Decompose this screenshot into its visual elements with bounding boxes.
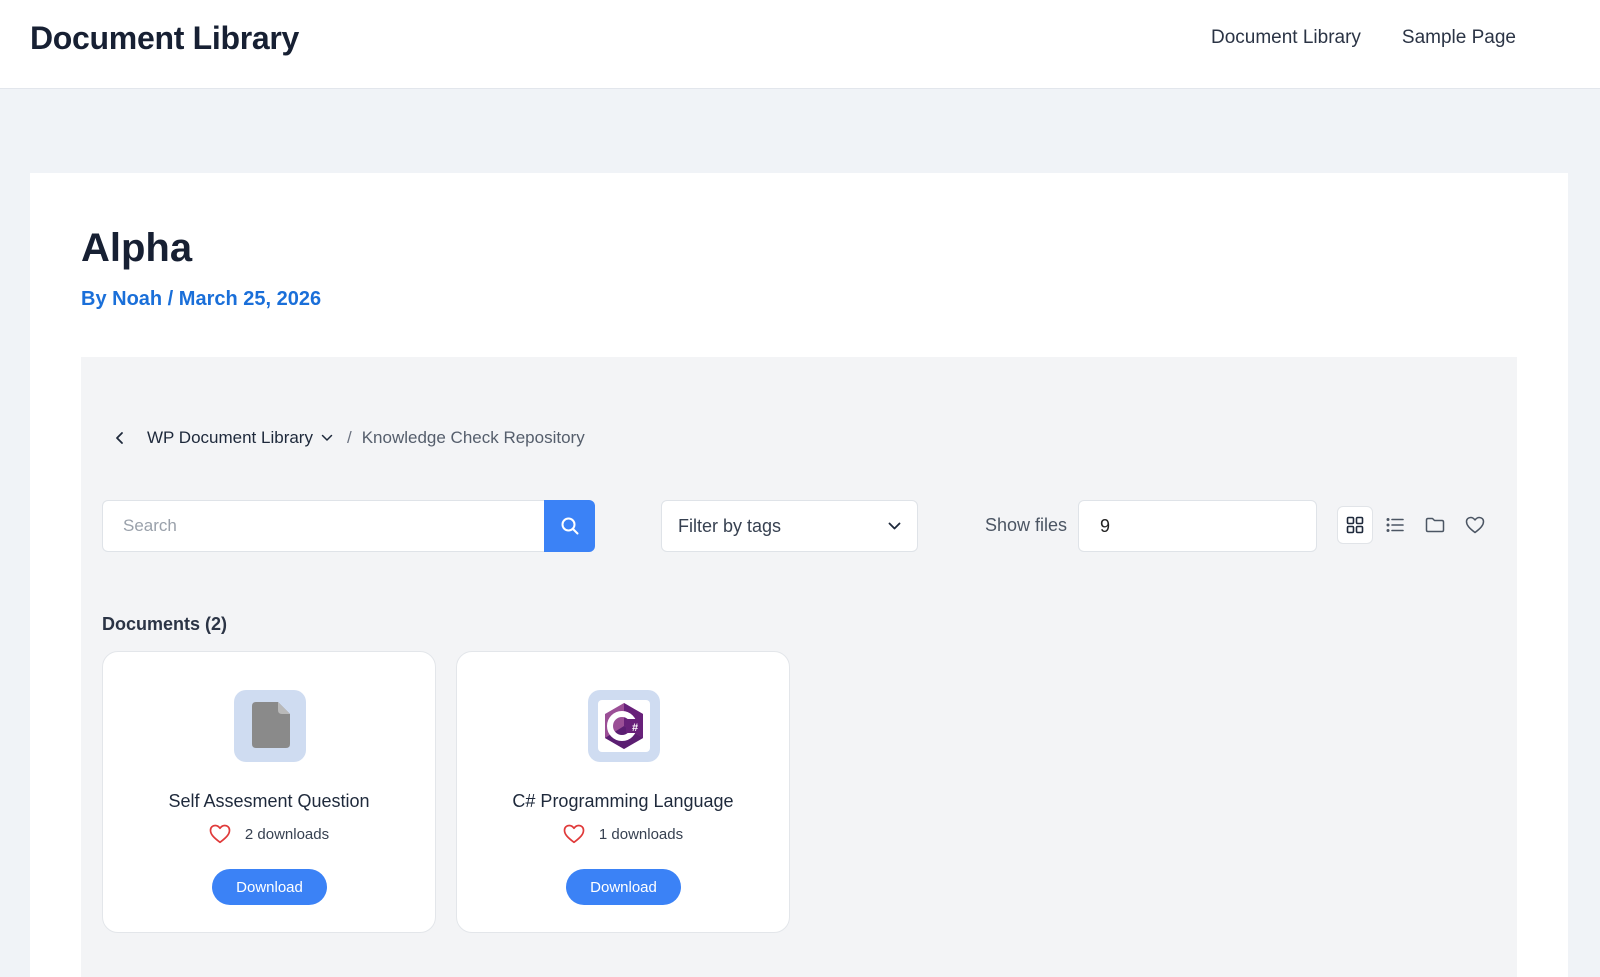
documents-heading: Documents (2): [102, 614, 228, 634]
list-view-button[interactable]: [1377, 506, 1413, 544]
heart-icon: [209, 824, 231, 844]
document-meta: 1 downloads: [457, 824, 789, 844]
grid-view-icon: [1346, 516, 1364, 534]
document-thumbnail: #: [588, 690, 660, 762]
site-title[interactable]: Document Library: [30, 20, 299, 57]
heart-icon: [1465, 516, 1485, 534]
search-button[interactable]: [544, 500, 595, 552]
site-header: Document Library Document Library Sample…: [0, 0, 1600, 89]
list-view-icon: [1386, 518, 1404, 532]
heart-icon: [563, 824, 585, 844]
post-title: Alpha: [81, 226, 193, 270]
breadcrumb-root-dropdown[interactable]: WP Document Library: [147, 428, 333, 448]
grid-view-button[interactable]: [1337, 506, 1373, 544]
search-bar: [102, 500, 598, 552]
download-count: 1 downloads: [598, 825, 684, 843]
breadcrumb-root-label: WP Document Library: [147, 428, 313, 447]
primary-nav: Document Library Sample Page: [1211, 27, 1516, 49]
tag-filter-value: Filter by tags: [678, 515, 782, 536]
download-button[interactable]: Download: [212, 869, 327, 905]
document-thumbnail: [234, 690, 306, 762]
favorite-button[interactable]: [209, 824, 231, 844]
file-icon: [252, 702, 290, 748]
post-meta[interactable]: By Noah / March 25, 2026: [81, 288, 321, 311]
document-meta: 2 downloads: [103, 824, 435, 844]
search-input[interactable]: [102, 500, 544, 552]
chevron-down-icon: [321, 434, 333, 441]
download-count: 2 downloads: [244, 825, 330, 843]
tag-filter-select[interactable]: Filter by tags: [661, 500, 918, 552]
breadcrumb-current: Knowledge Check Repository: [361, 428, 585, 447]
breadcrumb: WP Document Library / Knowledge Check Re…: [109, 427, 585, 449]
folder-view-button[interactable]: [1417, 506, 1453, 544]
favorites-view-button[interactable]: [1457, 506, 1493, 544]
breadcrumb-separator: /: [346, 428, 352, 447]
document-name[interactable]: C# Programming Language: [457, 791, 789, 812]
nav-item-sample-page[interactable]: Sample Page: [1402, 27, 1516, 49]
document-card[interactable]: # C# Programming Language 1 downloads Do…: [456, 651, 790, 933]
nav-item-document-library[interactable]: Document Library: [1211, 27, 1361, 49]
favorite-button[interactable]: [563, 824, 585, 844]
show-files-input[interactable]: [1078, 500, 1317, 552]
chevron-down-icon: [888, 522, 901, 530]
document-library-panel: WP Document Library / Knowledge Check Re…: [81, 357, 1517, 977]
document-name[interactable]: Self Assesment Question: [103, 791, 435, 812]
svg-text:#: #: [632, 722, 638, 734]
show-files-label: Show files: [985, 515, 1068, 535]
chevron-left-icon: [116, 432, 123, 444]
download-button[interactable]: Download: [566, 869, 681, 905]
view-mode-toggles: [1337, 506, 1493, 544]
search-icon: [561, 517, 578, 535]
post-content-card: Alpha By Noah / March 25, 2026 WP Docume…: [30, 173, 1568, 977]
folder-view-icon: [1425, 517, 1445, 533]
document-card[interactable]: Self Assesment Question 2 downloads Down…: [102, 651, 436, 933]
back-button[interactable]: [109, 427, 131, 449]
csharp-logo-icon: #: [598, 700, 650, 752]
